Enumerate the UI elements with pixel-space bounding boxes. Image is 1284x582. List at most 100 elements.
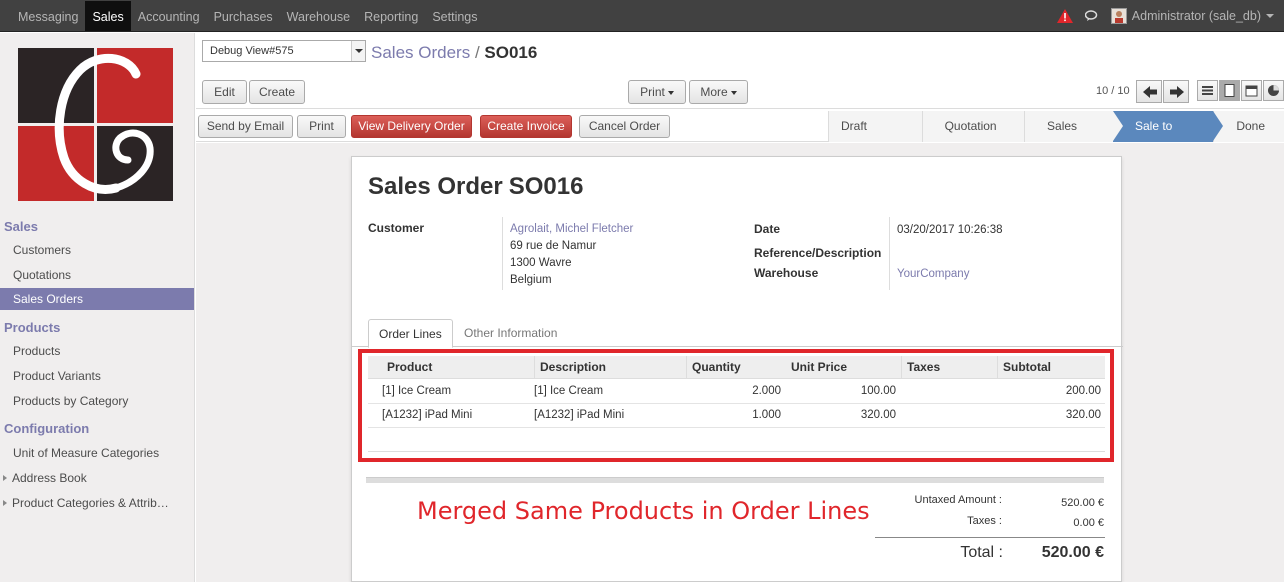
more-dropdown-button[interactable]: More	[689, 80, 748, 104]
view-delivery-order-button[interactable]: View Delivery Order	[351, 115, 472, 138]
taxes-label: Taxes :	[967, 515, 1002, 527]
cell-description: [A1232] iPad Mini	[534, 409, 625, 421]
column-product[interactable]: Product	[382, 356, 534, 379]
stage-quotation-sent[interactable]: Quotation Sent	[921, 111, 1025, 164]
list-view-button[interactable]	[1197, 80, 1218, 101]
cell-quantity: 2.000	[752, 385, 781, 397]
untaxed-amount-value: 520.00 €	[1061, 497, 1104, 509]
sidebar-item-label: Product Categories & Attrib…	[12, 496, 169, 510]
stage-sales-order[interactable]: Sales Order	[1024, 111, 1123, 164]
cell-taxes	[901, 380, 991, 403]
sidebar-item-products-by-category[interactable]: Products by Category	[0, 390, 194, 412]
form-sheet: Sales Order SO016 Customer Agrolait, Mich…	[351, 156, 1123, 582]
chevron-down-icon	[730, 90, 737, 95]
menu-messaging[interactable]: Messaging	[11, 1, 85, 31]
top-right-area: Administrator (sale_db)	[1056, 0, 1274, 32]
breadcrumb: Sales Orders / SO016	[371, 43, 537, 63]
total-value: 520.00 €	[1041, 544, 1104, 561]
sidebar-item-uom-categories[interactable]: Unit of Measure Categories	[0, 442, 194, 464]
column-quantity[interactable]: Quantity	[686, 356, 791, 379]
print-dropdown-button[interactable]: Print	[628, 80, 686, 104]
print-button[interactable]: Print	[297, 115, 346, 138]
graph-view-button[interactable]	[1263, 80, 1284, 101]
title-number: SO016	[508, 173, 584, 200]
user-name[interactable]: Administrator (sale_db)	[1132, 9, 1261, 23]
column-unit-price[interactable]: Unit Price	[791, 356, 901, 379]
annotation-text: Merged Same Products in Order Lines	[417, 497, 870, 525]
customer-address-line: 1300 Wavre	[510, 257, 572, 269]
cell-unit-price: 100.00	[860, 385, 896, 397]
form-content: Sales Order SO016 Customer Agrolait, Mich…	[196, 143, 1284, 582]
warehouse-link[interactable]: YourCompany	[897, 268, 969, 280]
send-by-email-button[interactable]: Send by Email	[198, 115, 293, 138]
chevron-down-icon[interactable]	[1266, 14, 1274, 18]
form-view-button[interactable]	[1219, 80, 1240, 101]
total-label: Total :	[960, 544, 1003, 561]
stage-draft-quotation[interactable]: Draft Quotation	[828, 111, 922, 164]
customer-address-line: 69 rue de Namur	[510, 240, 597, 252]
pager-next-button[interactable]	[1163, 80, 1189, 103]
date-label: Date	[754, 222, 781, 236]
list-icon	[1202, 86, 1213, 95]
top-menu: Messaging Sales Accounting Purchases War…	[11, 0, 485, 32]
warehouse-label: Warehouse	[754, 266, 819, 280]
warning-icon[interactable]	[1056, 9, 1073, 23]
expand-arrow-icon[interactable]	[3, 500, 7, 506]
sidebar-item-sales-orders[interactable]: Sales Orders	[0, 288, 194, 310]
cell-unit-price: 320.00	[860, 409, 896, 421]
breadcrumb-separator: /	[474, 43, 480, 62]
create-button[interactable]: Create	[249, 80, 305, 104]
sidebar-item-products[interactable]: Products	[0, 340, 194, 362]
arrow-left-icon	[1143, 86, 1157, 98]
arrow-right-icon	[1170, 86, 1184, 98]
column-subtotal[interactable]: Subtotal	[997, 356, 1105, 379]
chat-icon[interactable]	[1084, 10, 1099, 22]
menu-reporting[interactable]: Reporting	[357, 1, 425, 31]
sidebar-item-label: Address Book	[12, 471, 87, 485]
form-header: Send by Email Print View Delivery Order …	[196, 111, 1284, 164]
sidebar-item-product-categories[interactable]: Product Categories & Attrib…	[0, 492, 194, 514]
top-navbar: Messaging Sales Accounting Purchases War…	[0, 0, 1284, 32]
menu-warehouse[interactable]: Warehouse	[280, 1, 357, 31]
tab-other-information[interactable]: Other Information	[454, 319, 567, 348]
sidebar-item-customers[interactable]: Customers	[0, 239, 194, 261]
calendar-icon	[1245, 85, 1258, 97]
sidebar-item-product-variants[interactable]: Product Variants	[0, 365, 194, 387]
pager-previous-button[interactable]	[1136, 80, 1162, 103]
cell-subtotal: 200.00	[1065, 385, 1101, 397]
sidebar-item-quotations[interactable]: Quotations	[0, 264, 194, 286]
debug-view-select[interactable]: Debug View#575	[202, 40, 366, 62]
cell-taxes	[901, 404, 991, 427]
column-description[interactable]: Description	[534, 356, 686, 379]
totals-divider	[875, 537, 1105, 538]
pager-value[interactable]: 10 / 10	[1096, 85, 1130, 97]
table-row[interactable]: [1] Ice Cream [1] Ice Cream 2.000 100.00…	[368, 380, 1105, 404]
table-row-empty[interactable]	[368, 428, 1105, 452]
chevron-down-icon	[667, 90, 674, 95]
customer-name-link[interactable]: Agrolait, Michel Fletcher	[510, 223, 633, 235]
stage-sale-to-invoice[interactable]: Sale to Invoice	[1112, 111, 1224, 164]
sidebar-item-address-book[interactable]: Address Book	[0, 467, 194, 489]
avatar[interactable]	[1110, 8, 1127, 24]
untaxed-amount-label: Untaxed Amount :	[914, 494, 1002, 506]
cell-quantity: 1.000	[752, 409, 781, 421]
menu-settings[interactable]: Settings	[425, 1, 484, 31]
calendar-view-button[interactable]	[1241, 80, 1262, 101]
tab-order-lines[interactable]: Order Lines	[368, 319, 453, 348]
breadcrumb-sales-orders[interactable]: Sales Orders	[371, 43, 470, 62]
cell-description: [1] Ice Cream	[534, 385, 604, 397]
create-invoice-button[interactable]: Create Invoice	[480, 115, 572, 138]
expand-arrow-icon[interactable]	[3, 475, 7, 481]
menu-accounting[interactable]: Accounting	[131, 1, 207, 31]
edit-button[interactable]: Edit	[202, 80, 247, 104]
stage-done[interactable]: Done	[1213, 111, 1284, 142]
menu-purchases[interactable]: Purchases	[207, 1, 280, 31]
field-divider	[889, 217, 890, 290]
column-taxes[interactable]: Taxes	[901, 356, 997, 379]
menu-sales[interactable]: Sales	[85, 1, 131, 31]
sidebar-section-configuration: Configuration	[4, 421, 90, 436]
table-row[interactable]: [A1232] iPad Mini [A1232] iPad Mini 1.00…	[368, 404, 1105, 428]
chevron-down-icon[interactable]	[351, 41, 365, 61]
table-header: Product Description Quantity Unit Price …	[368, 356, 1105, 379]
cancel-order-button[interactable]: Cancel Order	[579, 115, 670, 138]
